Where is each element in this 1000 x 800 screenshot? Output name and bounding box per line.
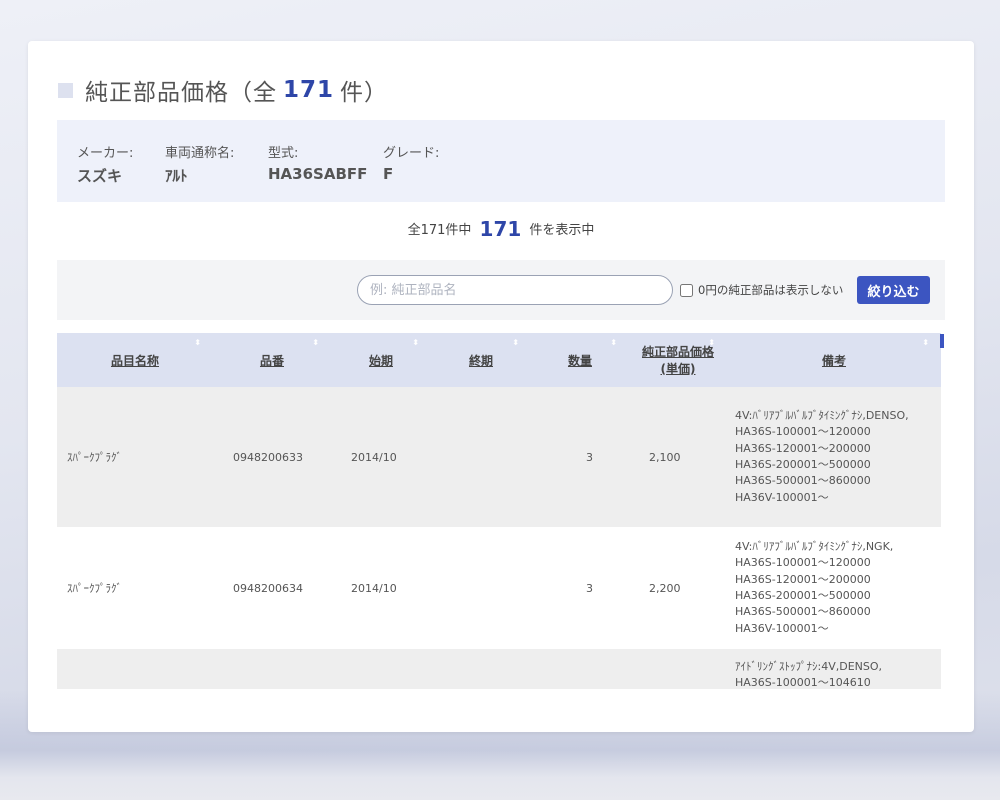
table-scrollbar[interactable] <box>940 334 944 348</box>
model-value: ｱﾙﾄ <box>165 167 188 185</box>
vehicle-info: メーカー: スズキ 車両通称名: ｱﾙﾄ 型式: HA36SABFF グレード:… <box>57 120 945 202</box>
cell-end <box>431 527 531 649</box>
cell-start: 2014/10 <box>331 527 431 649</box>
summary-suffix: 件を表示中 <box>529 223 595 238</box>
summary-prefix: 全171件中 <box>407 223 472 238</box>
sort-icon: ⬍ <box>922 338 929 347</box>
part-name-search-input[interactable] <box>357 275 673 305</box>
vehicle-grade: グレード: F <box>383 142 439 183</box>
maker-label: メーカー: <box>77 146 134 161</box>
result-summary: 全171件中 171 件を表示中 <box>28 217 974 241</box>
table-header-row: 品目名称 ⬍ 品番 ⬍ 始期 ⬍ 終期 ⬍ 数量 ⬍ 純正部品価格 (単価) ⬍ 備考 ⬍ <box>57 333 941 387</box>
vehicle-maker: メーカー: スズキ <box>77 142 133 186</box>
hide-zero-price-option[interactable]: 0円の純正部品は表示しない <box>680 282 843 298</box>
cell-name: ｽﾊﾟｰｸﾌﾟﾗｸﾞ <box>57 387 213 527</box>
table-row: ｽﾊﾟｰｸﾌﾟﾗｸﾞ 0948200634 2014/10 3 2,200 4V… <box>57 527 941 649</box>
cell-notes: ｱｲﾄﾞﾘﾝｸﾞｽﾄｯﾌﾟﾅｼ:4V,DENSO, HA36S-100001～1… <box>727 649 941 689</box>
maker-value: スズキ <box>77 167 123 185</box>
cell-notes: 4V:ﾊﾞﾘｱﾌﾞﾙﾊﾞﾙﾌﾞﾀｲﾐﾝｸﾞﾅｼ,DENSO, HA36S-100… <box>727 387 941 527</box>
cell-part-no: 0948200633 <box>213 387 331 527</box>
cell-price: 2,100 <box>629 387 727 527</box>
cell-qty <box>531 649 629 689</box>
sort-icon: ⬍ <box>610 338 617 347</box>
cell-name: ｽﾊﾟｰｸﾌﾟﾗｸﾞ <box>57 527 213 649</box>
cell-qty: 3 <box>531 527 629 649</box>
header-end[interactable]: 終期 ⬍ <box>431 333 531 387</box>
header-start[interactable]: 始期 ⬍ <box>331 333 431 387</box>
filter-bar: 0円の純正部品は表示しない 絞り込む <box>57 260 945 320</box>
table-row: ｱｲﾄﾞﾘﾝｸﾞｽﾄｯﾌﾟﾅｼ:4V,DENSO, HA36S-100001～1… <box>57 649 941 689</box>
sort-icon: ⬍ <box>312 338 319 347</box>
cell-end <box>431 387 531 527</box>
hide-zero-price-label: 0円の純正部品は表示しない <box>698 283 844 297</box>
hide-zero-price-checkbox[interactable] <box>680 283 693 297</box>
cell-name <box>57 649 213 689</box>
table-row: ｽﾊﾟｰｸﾌﾟﾗｸﾞ 0948200633 2014/10 3 2,100 4V… <box>57 387 941 527</box>
cell-qty: 3 <box>531 387 629 527</box>
cell-part-no: 0948200634 <box>213 527 331 649</box>
vehicle-type: 型式: HA36SABFF <box>268 142 367 183</box>
cell-price: 2,200 <box>629 527 727 649</box>
cell-start: 2014/10 <box>331 387 431 527</box>
cell-price <box>629 649 727 689</box>
summary-count: 171 <box>479 217 522 241</box>
parts-price-panel: 純正部品価格（全 171 件） メーカー: スズキ 車両通称名: ｱﾙﾄ 型式:… <box>28 41 974 732</box>
parts-table-container[interactable]: 品目名称 ⬍ 品番 ⬍ 始期 ⬍ 終期 ⬍ 数量 ⬍ 純正部品価格 (単価) ⬍ 備考 ⬍ ｽﾊ… <box>57 333 945 689</box>
sort-icon: ⬍ <box>412 338 419 347</box>
title-count: 171 <box>283 77 335 103</box>
narrow-down-button[interactable]: 絞り込む <box>857 276 930 304</box>
header-qty[interactable]: 数量 ⬍ <box>531 333 629 387</box>
grade-label: グレード: <box>383 146 440 161</box>
header-notes[interactable]: 備考 ⬍ <box>727 333 941 387</box>
sort-icon: ⬍ <box>708 338 715 347</box>
parts-table: 品目名称 ⬍ 品番 ⬍ 始期 ⬍ 終期 ⬍ 数量 ⬍ 純正部品価格 (単価) ⬍ 備考 ⬍ ｽﾊ… <box>57 333 941 689</box>
grade-value: F <box>383 165 394 183</box>
sort-icon: ⬍ <box>194 338 201 347</box>
vehicle-model: 車両通称名: ｱﾙﾄ <box>165 142 234 186</box>
model-label: 車両通称名: <box>165 146 235 161</box>
title-prefix: 純正部品価格（全 <box>85 80 277 106</box>
header-name[interactable]: 品目名称 ⬍ <box>57 333 213 387</box>
type-label: 型式: <box>268 146 299 161</box>
page-title: 純正部品価格（全 171 件） <box>58 74 388 106</box>
header-part-no[interactable]: 品番 ⬍ <box>213 333 331 387</box>
title-suffix: 件） <box>340 80 389 106</box>
sort-icon: ⬍ <box>512 338 519 347</box>
type-value: HA36SABFF <box>268 165 368 183</box>
cell-start <box>331 649 431 689</box>
cell-part-no <box>213 649 331 689</box>
cell-notes: 4V:ﾊﾞﾘｱﾌﾞﾙﾊﾞﾙﾌﾞﾀｲﾐﾝｸﾞﾅｼ,NGK, HA36S-10000… <box>727 527 941 649</box>
cell-end <box>431 649 531 689</box>
title-square-icon <box>58 82 73 98</box>
header-price[interactable]: 純正部品価格 (単価) ⬍ <box>629 333 727 387</box>
